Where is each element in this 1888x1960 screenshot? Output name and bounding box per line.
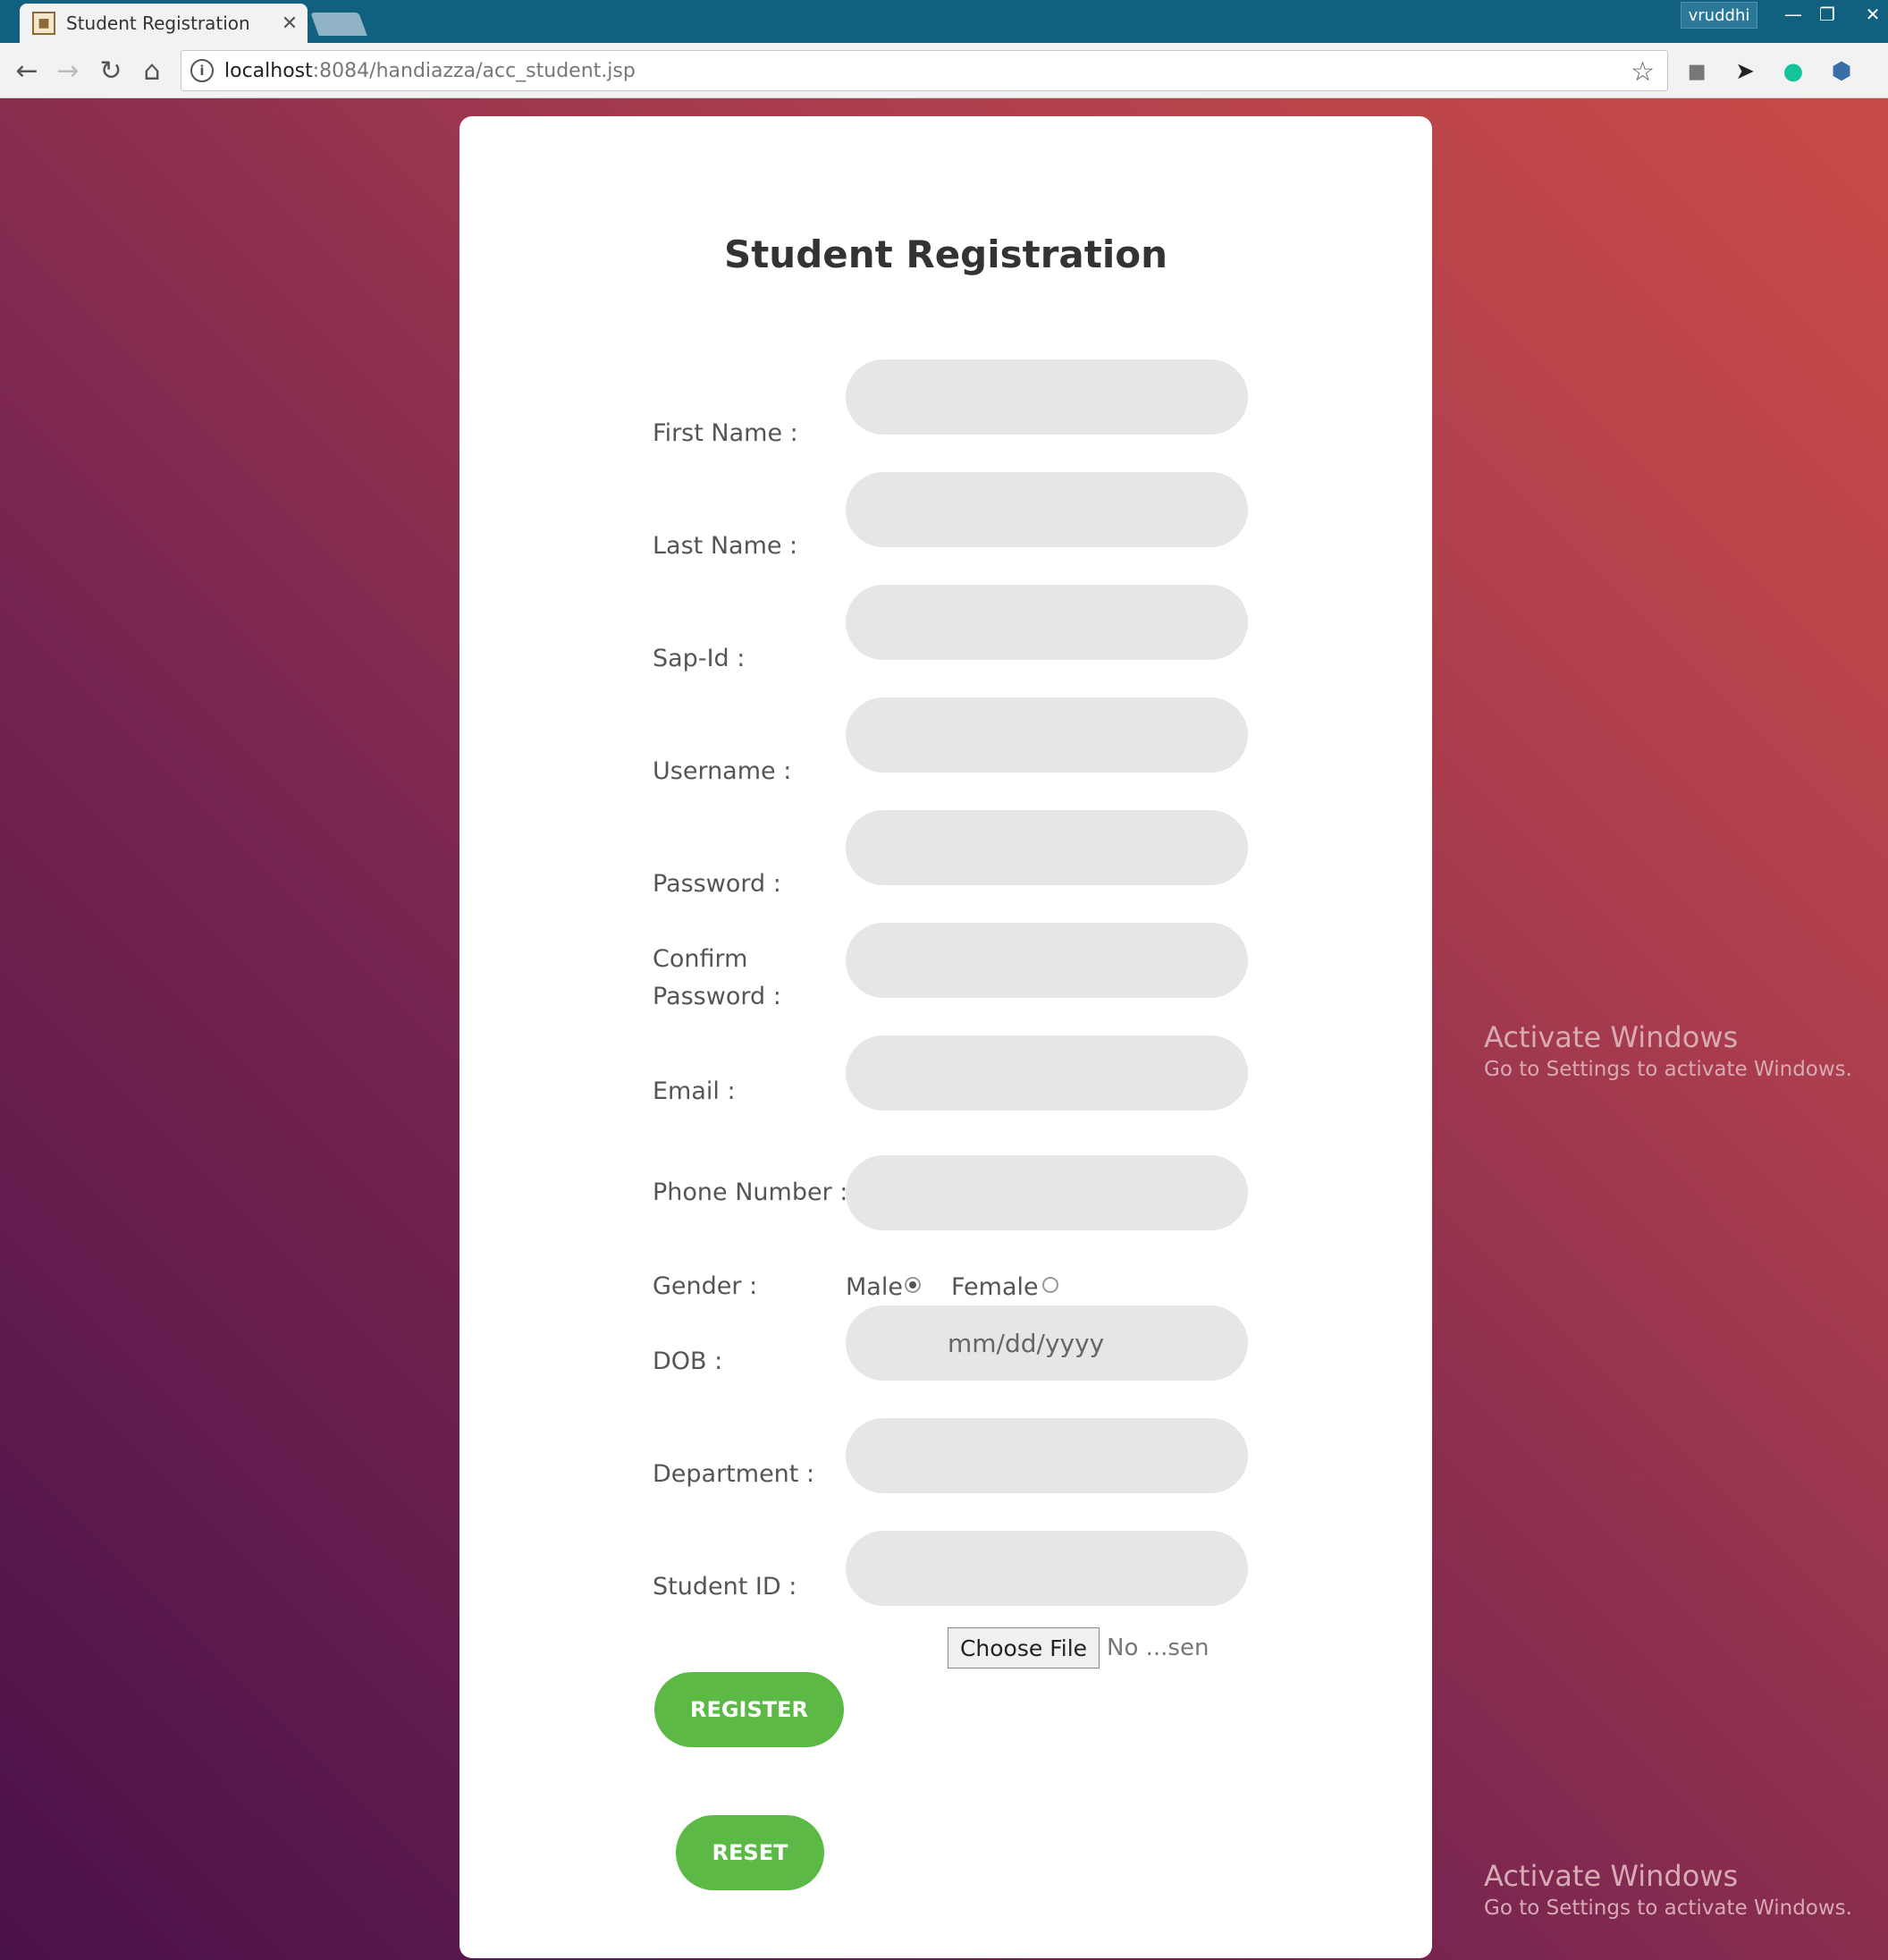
password-input[interactable] bbox=[846, 810, 1248, 885]
phone-number-label: Phone Number : bbox=[653, 1179, 848, 1206]
bookmark-star-icon[interactable]: ☆ bbox=[1631, 56, 1655, 88]
gender-label: Gender : bbox=[653, 1272, 758, 1300]
gender-female-radio[interactable] bbox=[1042, 1277, 1058, 1293]
gender-male-label: Male bbox=[846, 1273, 903, 1301]
dob-input[interactable] bbox=[846, 1305, 1248, 1381]
sap-id-input[interactable] bbox=[846, 585, 1248, 660]
info-icon[interactable]: i bbox=[190, 59, 214, 82]
tab-title: Student Registration bbox=[66, 13, 250, 34]
forward-arrow-icon[interactable]: → bbox=[50, 54, 86, 89]
grammarly-icon[interactable]: ● bbox=[1775, 54, 1811, 89]
new-tab-button[interactable] bbox=[310, 13, 367, 36]
minimize-icon[interactable]: — bbox=[1777, 2, 1809, 29]
reset-button[interactable]: RESET bbox=[676, 1815, 824, 1890]
username-label: Username : bbox=[653, 757, 792, 785]
department-label: Department : bbox=[653, 1460, 815, 1488]
close-window-icon[interactable]: ✕ bbox=[1858, 2, 1888, 29]
watermark-subtitle-bottom: Go to Settings to activate Windows. bbox=[1484, 1897, 1852, 1920]
confirm-password-label-line1: Confirm bbox=[653, 945, 748, 973]
choose-file-button[interactable]: Choose File bbox=[948, 1627, 1100, 1669]
email-label: Email : bbox=[653, 1077, 736, 1105]
activate-windows-watermark: Activate Windows Go to Settings to activ… bbox=[1484, 1019, 1852, 1084]
first-name-label: First Name : bbox=[653, 419, 798, 447]
email-input[interactable] bbox=[846, 1035, 1248, 1111]
student-id-label: Student ID : bbox=[653, 1573, 797, 1601]
back-arrow-icon[interactable]: ← bbox=[9, 54, 45, 89]
address-bar[interactable]: i localhost:8084/handiazza/acc_student.j… bbox=[181, 50, 1668, 91]
extension-cube-icon[interactable]: ⬢ bbox=[1824, 54, 1859, 89]
browser-tab[interactable]: ■ Student Registration ✕ bbox=[20, 4, 308, 43]
url-path: :8084/handiazza/acc_student.jsp bbox=[312, 59, 636, 82]
registration-card: Student Registration First Name : Last N… bbox=[459, 116, 1432, 1958]
username-input[interactable] bbox=[846, 697, 1248, 773]
restore-icon[interactable]: ❐ bbox=[1811, 2, 1843, 29]
share-arrow-icon[interactable]: ➤ bbox=[1727, 54, 1763, 89]
gender-male-radio[interactable] bbox=[905, 1277, 921, 1293]
home-icon[interactable]: ⌂ bbox=[134, 54, 170, 89]
confirm-password-input[interactable] bbox=[846, 923, 1248, 998]
site-favicon-icon: ■ bbox=[32, 12, 55, 35]
reload-icon[interactable]: ↻ bbox=[93, 54, 129, 89]
password-label: Password : bbox=[653, 870, 781, 898]
student-id-file-field bbox=[846, 1531, 1248, 1606]
sap-id-label: Sap-Id : bbox=[653, 645, 746, 672]
url-host: localhost bbox=[224, 59, 313, 82]
first-name-input[interactable] bbox=[846, 359, 1248, 435]
gender-female-label: Female bbox=[951, 1273, 1039, 1301]
file-status-text: No ...sen bbox=[1107, 1635, 1210, 1661]
phone-number-input[interactable] bbox=[846, 1155, 1248, 1230]
dob-label: DOB : bbox=[653, 1348, 723, 1375]
watermark-title: Activate Windows bbox=[1484, 1020, 1739, 1054]
browser-toolbar: ← → ↻ ⌂ i localhost:8084/handiazza/acc_s… bbox=[0, 43, 1888, 98]
close-tab-icon[interactable]: ✕ bbox=[272, 13, 308, 35]
last-name-label: Last Name : bbox=[653, 532, 798, 560]
page-background: Student Registration First Name : Last N… bbox=[0, 98, 1888, 1960]
confirm-password-label-line2: Password : bbox=[653, 983, 781, 1010]
profile-badge[interactable]: vruddhi bbox=[1681, 2, 1757, 29]
extension-shield-icon[interactable]: ◼ bbox=[1679, 54, 1715, 89]
watermark-title-bottom: Activate Windows bbox=[1484, 1859, 1739, 1893]
last-name-input[interactable] bbox=[846, 472, 1248, 547]
activate-windows-watermark-bottom: Activate Windows Go to Settings to activ… bbox=[1484, 1858, 1852, 1922]
register-button[interactable]: REGISTER bbox=[654, 1672, 844, 1747]
watermark-subtitle: Go to Settings to activate Windows. bbox=[1484, 1058, 1852, 1081]
department-input[interactable] bbox=[846, 1418, 1248, 1493]
page-title: Student Registration bbox=[723, 232, 1168, 276]
browser-title-bar: ■ Student Registration ✕ vruddhi — ❐ ✕ bbox=[0, 0, 1888, 43]
